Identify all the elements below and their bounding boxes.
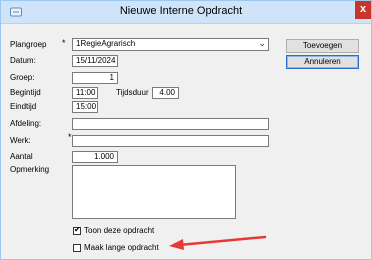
groep-field[interactable]: 1 — [72, 72, 118, 84]
window-app-icon — [10, 7, 22, 17]
tijdsduur-label: Tijdsduur — [116, 88, 149, 97]
aantal-field[interactable]: 1.000 — [72, 151, 118, 163]
toon-deze-opdracht-checkbox[interactable]: ✔ — [73, 225, 81, 235]
checkmark-icon: ✔ — [74, 225, 81, 234]
eindtijd-field[interactable]: 15:00 — [72, 101, 98, 113]
maak-lange-opdracht-checkbox[interactable] — [73, 244, 81, 252]
datum-label: Datum: — [10, 56, 36, 65]
eindtijd-label: Eindtijd — [10, 102, 37, 111]
afdeling-field[interactable] — [72, 118, 269, 130]
annuleren-button[interactable]: Annuleren — [286, 55, 359, 69]
datum-field[interactable]: 15/11/2024 — [72, 55, 118, 67]
begintijd-field[interactable]: 11:00 — [72, 87, 98, 99]
toon-deze-opdracht-label: Toon deze opdracht — [84, 226, 155, 235]
tijdsduur-field[interactable]: 4.00 — [152, 87, 179, 99]
maak-lange-opdracht-label: Maak lange opdracht — [84, 243, 159, 252]
plangroep-select[interactable]: 1RegieAgrarisch ⌄ — [72, 38, 269, 51]
begintijd-label: Begintijd — [10, 88, 41, 97]
groep-label: Groep: — [10, 73, 35, 82]
red-arrow-icon — [169, 235, 267, 250]
title-bar: Nieuwe Interne Opdracht x — [1, 1, 371, 24]
toevoegen-button[interactable]: Toevoegen — [286, 39, 359, 53]
dialog-window: Nieuwe Interne Opdracht x Plangroep * 1R… — [0, 0, 372, 260]
plangroep-value: 1RegieAgrarisch — [76, 39, 136, 48]
aantal-label: Aantal — [10, 152, 33, 161]
plangroep-required-mark: * — [62, 38, 66, 48]
opmerking-field[interactable] — [72, 165, 236, 219]
afdeling-label: Afdeling: — [10, 119, 42, 128]
werk-field[interactable] — [72, 135, 269, 147]
dialog-title: Nieuwe Interne Opdracht — [119, 5, 243, 17]
chevron-down-icon[interactable]: ⌄ — [258, 39, 266, 48]
opmerking-label: Opmerking — [10, 165, 50, 174]
close-icon: x — [359, 3, 367, 15]
werk-label: Werk: — [10, 136, 31, 145]
close-button[interactable]: x — [355, 1, 371, 19]
plangroep-label: Plangroep — [10, 40, 47, 49]
werk-required-mark: * — [68, 132, 72, 142]
